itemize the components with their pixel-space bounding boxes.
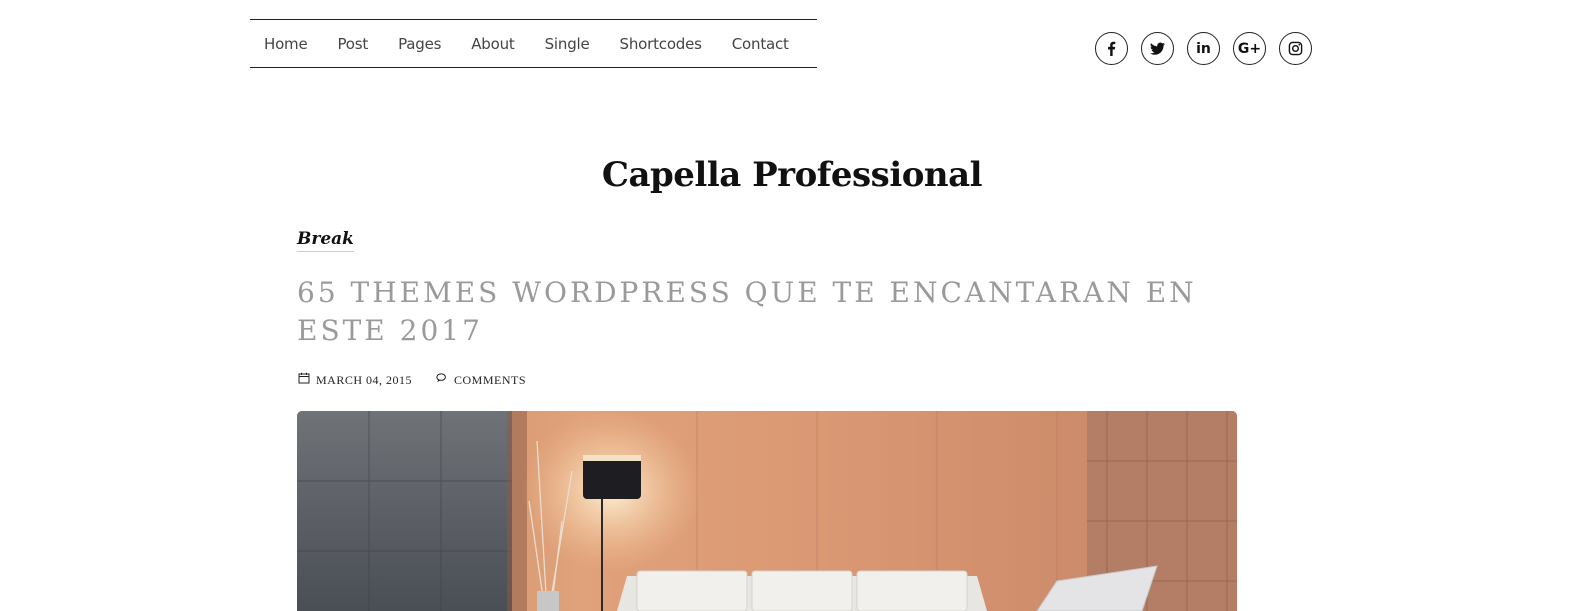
nav-item-pages[interactable]: Pages	[398, 35, 441, 53]
calendar-icon	[298, 372, 310, 388]
nav-item-home[interactable]: Home	[264, 35, 308, 53]
linkedin-icon[interactable]: in	[1187, 32, 1220, 65]
twitter-icon[interactable]	[1141, 32, 1174, 65]
main-nav: Home Post Pages About Single Shortcodes …	[250, 19, 817, 68]
nav-item-single[interactable]: Single	[545, 35, 590, 53]
google-plus-icon-text: G+	[1237, 40, 1262, 57]
instagram-icon[interactable]	[1279, 32, 1312, 65]
post-title[interactable]: 65 THEMES WORDPRESS QUE TE ENCANTARAN EN…	[297, 274, 1237, 350]
social-links: in G+	[1095, 32, 1312, 65]
nav-item-post[interactable]: Post	[338, 35, 369, 53]
facebook-icon[interactable]	[1095, 32, 1128, 65]
linkedin-icon-text: in	[1196, 40, 1211, 57]
featured-image[interactable]	[297, 411, 1237, 611]
site-title[interactable]: Capella Professional	[0, 155, 1584, 195]
nav-item-about[interactable]: About	[471, 35, 515, 53]
nav-item-shortcodes[interactable]: Shortcodes	[620, 35, 702, 53]
google-plus-icon[interactable]: G+	[1233, 32, 1266, 65]
comments-icon	[436, 372, 448, 388]
post-category[interactable]: Break	[297, 229, 354, 252]
post-comments-link[interactable]: COMMENTS	[454, 373, 526, 388]
post-date: MARCH 04, 2015	[316, 372, 413, 387]
post-meta: MARCH 04, 2015 COMMENTS	[298, 372, 526, 388]
nav-item-contact[interactable]: Contact	[732, 35, 789, 53]
